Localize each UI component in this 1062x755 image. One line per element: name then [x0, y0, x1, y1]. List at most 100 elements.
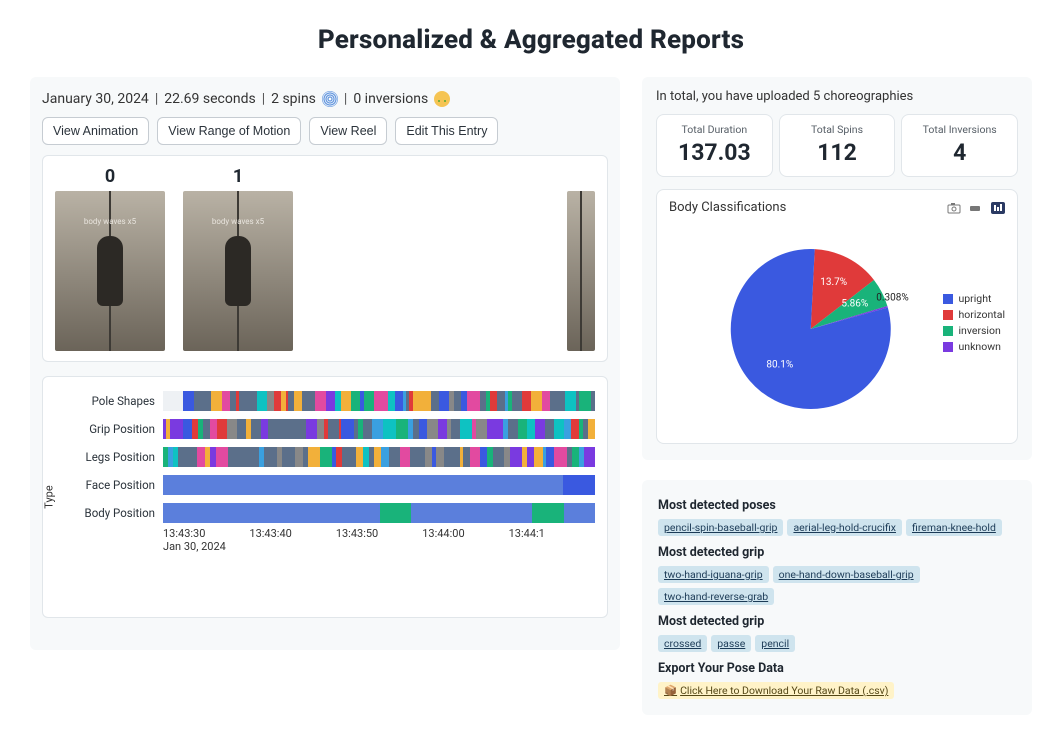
x-tick: 13:43:40 — [249, 527, 335, 540]
legend-item[interactable]: upright — [943, 292, 1006, 305]
stat-card: Total Spins 112 — [779, 114, 896, 177]
timeline-row-label: Body Position — [55, 506, 155, 520]
timeline-x-axis-sub: Jan 30, 2024 — [163, 540, 595, 553]
x-tick: 13:43:50 — [336, 527, 422, 540]
tag-pill[interactable]: pencil — [755, 635, 795, 652]
intro-suffix: choreographies — [820, 89, 913, 104]
x-tick: 13:44:00 — [422, 527, 508, 540]
edit-entry-button[interactable]: Edit This Entry — [395, 117, 498, 145]
export-link-text: Click Here to Download Your Raw Data (.c… — [680, 684, 888, 697]
thumbnail-image: body waves x5 — [55, 191, 165, 351]
meta-sep: | — [262, 91, 265, 107]
timeline-row: Body Position — [55, 499, 595, 527]
stat-label: Total Duration — [663, 123, 766, 136]
legend-swatch — [943, 294, 953, 304]
plotly-logo-icon[interactable] — [991, 202, 1005, 214]
timeline-bars[interactable] — [163, 391, 595, 411]
entry-meta: January 30, 2024 | 22.69 seconds | 2 spi… — [42, 89, 608, 117]
stat-card: Total Duration 137.03 — [656, 114, 773, 177]
timeline-bars[interactable] — [163, 419, 595, 439]
pie-label-horizontal: 13.7% — [820, 277, 847, 288]
pie-label-inversion: 5.86% — [841, 298, 868, 309]
page-title: Personalized & Aggregated Reports — [30, 25, 1032, 55]
stat-label: Total Inversions — [908, 123, 1011, 136]
entry-inversions: 0 inversions — [353, 91, 428, 107]
thumbnail-item[interactable]: 0 body waves x5 — [55, 166, 165, 351]
entry-seconds: 22.69 seconds — [164, 91, 255, 107]
zoom-icon[interactable] — [969, 202, 983, 214]
upside-down-face-icon — [434, 91, 450, 107]
aggregate-intro: In total, you have uploaded 5 choreograp… — [656, 89, 1018, 104]
thumbnail-caption: body waves x5 — [55, 217, 165, 226]
meta-sep: | — [344, 91, 347, 107]
tag-pill[interactable]: two-hand-reverse-grab — [658, 588, 774, 605]
thumbnail-item[interactable] — [567, 166, 595, 351]
view-animation-button[interactable]: View Animation — [42, 117, 149, 145]
export-csv-link[interactable]: 📦Click Here to Download Your Raw Data (.… — [658, 682, 894, 699]
tag-pill[interactable]: pencil-spin-baseball-grip — [658, 519, 783, 536]
timeline-panel: Type Pole Shapes Grip Position Legs Positi… — [42, 376, 608, 618]
detected-poses-heading: Most detected poses — [658, 498, 1016, 513]
entry-buttons: View Animation View Range of Motion View… — [42, 117, 608, 145]
stat-value: 137.03 — [663, 139, 766, 166]
thumbnail-index — [579, 166, 583, 187]
pie-legend: upright horizontal inversion unknown — [943, 292, 1006, 356]
pie-label-upright: 80.1% — [766, 360, 793, 371]
package-icon: 📦 — [664, 684, 677, 697]
timeline-x-axis: 13:43:3013:43:4013:43:5013:44:0013:44:1 — [163, 527, 595, 540]
pie-label-unknown: 0.308% — [876, 293, 908, 304]
legend-label: upright — [959, 292, 992, 305]
timeline-row-label: Face Position — [55, 478, 155, 492]
tag-pill[interactable]: crossed — [658, 635, 707, 652]
body-classifications-card: Body Classifications 13.7% 5.86% 0.308% 80.… — [656, 189, 1018, 444]
chart-toolbar — [947, 202, 1005, 214]
detected-grip2-heading: Most detected grip — [658, 614, 1016, 629]
timeline-row: Legs Position — [55, 443, 595, 471]
thumbnails-panel: 0 body waves x5 1 body waves x5 — [42, 155, 608, 362]
meta-sep: | — [155, 91, 158, 107]
tag-pill[interactable]: fireman-knee-hold — [906, 519, 1002, 536]
timeline-bars[interactable] — [163, 447, 595, 467]
tag-pill[interactable]: passe — [711, 635, 751, 652]
legend-item[interactable]: unknown — [943, 340, 1006, 353]
intro-prefix: In total, you have uploaded — [656, 89, 813, 104]
stat-value: 112 — [786, 139, 889, 166]
x-tick: 13:44:1 — [509, 527, 595, 540]
timeline-row-label: Legs Position — [55, 450, 155, 464]
legend-item[interactable]: horizontal — [943, 308, 1006, 321]
legend-label: inversion — [959, 324, 1001, 337]
timeline-y-axis-label: Type — [43, 485, 56, 508]
entry-panel: January 30, 2024 | 22.69 seconds | 2 spi… — [30, 77, 620, 650]
thumbnail-image — [567, 191, 595, 351]
camera-icon[interactable] — [947, 202, 961, 214]
aggregate-panel: In total, you have uploaded 5 choreograp… — [642, 77, 1032, 460]
detected-grip-heading: Most detected grip — [658, 545, 1016, 560]
legend-item[interactable]: inversion — [943, 324, 1006, 337]
detected-panel: Most detected poses pencil-spin-baseball… — [642, 480, 1032, 715]
tag-pill[interactable]: aerial-leg-hold-crucifix — [787, 519, 902, 536]
view-range-of-motion-button[interactable]: View Range of Motion — [157, 117, 301, 145]
view-reel-button[interactable]: View Reel — [309, 117, 387, 145]
legend-label: unknown — [959, 340, 1001, 353]
tag-pill[interactable]: one-hand-down-baseball-grip — [773, 566, 920, 583]
thumbnail-image: body waves x5 — [183, 191, 293, 351]
thumbnail-caption: body waves x5 — [183, 217, 293, 226]
thumbnail-index: 1 — [233, 166, 243, 187]
stat-value: 4 — [908, 139, 1011, 166]
entry-date: January 30, 2024 — [42, 91, 149, 107]
timeline-row: Pole Shapes — [55, 387, 595, 415]
entry-spins: 2 spins — [271, 91, 316, 107]
pie-title: Body Classifications — [669, 200, 786, 215]
legend-swatch — [943, 342, 953, 352]
stat-label: Total Spins — [786, 123, 889, 136]
timeline-bars[interactable] — [163, 475, 595, 495]
thumbnail-item[interactable]: 1 body waves x5 — [183, 166, 293, 351]
timeline-bars[interactable] — [163, 503, 595, 523]
timeline-row: Grip Position — [55, 415, 595, 443]
timeline-row-label: Pole Shapes — [55, 394, 155, 408]
thumbnail-index: 0 — [105, 166, 115, 187]
legend-swatch — [943, 310, 953, 320]
pie-chart[interactable]: 13.7% 5.86% 0.308% 80.1% — [669, 219, 933, 429]
tag-pill[interactable]: two-hand-iguana-grip — [658, 566, 769, 583]
spiral-icon — [322, 91, 338, 107]
